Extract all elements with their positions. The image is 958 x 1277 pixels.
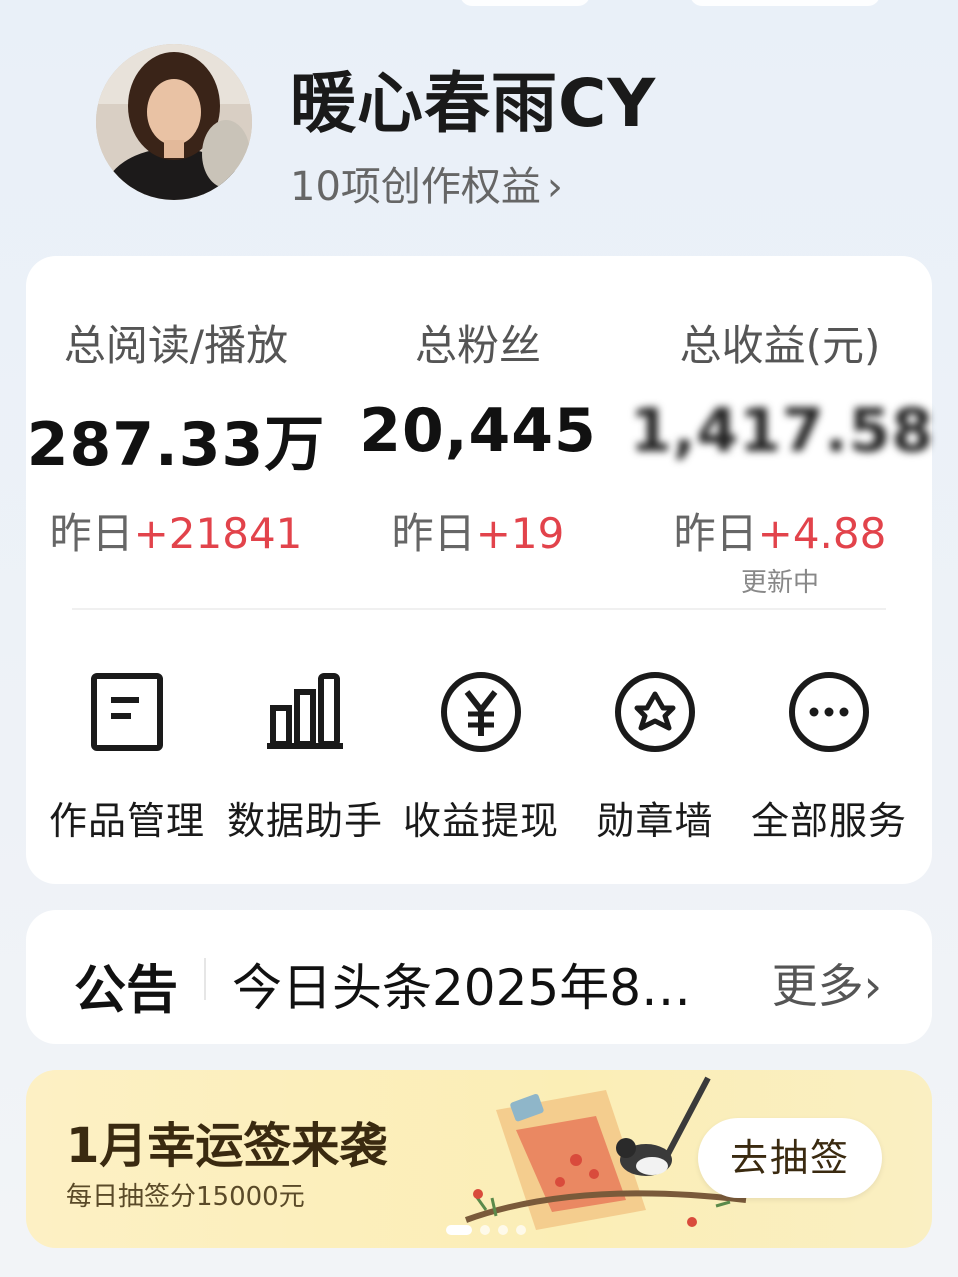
carousel-dot [516,1225,526,1235]
banner-subtitle: 每日抽签分15000元 [66,1182,305,1212]
lucky-draw-banner[interactable]: 1月幸运签来袭 每日抽签分15000元 去抽签 [26,1070,932,1248]
stat-delta: 昨日+19 [328,500,628,561]
service-data-assistant[interactable]: 数据助手 [216,664,394,845]
stat-delta-prefix: 昨日 [673,509,758,558]
updating-note: 更新中 [740,568,819,598]
username: 暖心春雨CY [290,65,657,142]
stat-delta-prefix: 昨日 [391,509,476,558]
service-medal-wall[interactable]: 勋章墙 [566,664,744,845]
notice-card[interactable]: 公告 今日头条2025年8… 更多› [26,910,932,1044]
carousel-dot [480,1225,490,1235]
stat-delta: 昨日+4.88 [630,500,930,561]
stat-label: 总收益(元) [679,321,881,370]
notice-text[interactable]: 今日头条2025年8… [232,948,716,1020]
notice-title: 公告 [74,961,179,1021]
stat-value: 1,417.58 [630,396,935,466]
avatar[interactable] [96,44,252,200]
stat-value: 287.33万 [26,410,326,480]
document-icon [91,673,163,751]
service-label: 作品管理 [48,799,205,843]
top-pill-left [460,0,590,6]
carousel-dots [446,1220,534,1239]
service-works-management[interactable]: 作品管理 [38,664,216,845]
service-all-services[interactable]: 全部服务 [740,664,918,845]
stat-delta-value: +4.88 [757,509,887,558]
divider [72,608,886,610]
stat-label: 总粉丝 [414,321,541,370]
draw-button[interactable]: 去抽签 [698,1118,882,1198]
benefits-label: 10项创作权益 [290,164,541,210]
banner-title: 1月幸运签来袭 [66,1118,388,1174]
service-label: 收益提现 [402,799,559,843]
notice-more-link[interactable]: 更多› [772,950,882,1016]
service-label: 全部服务 [750,799,907,843]
benefits-link[interactable]: 10项创作权益 › [290,154,563,212]
bar-chart-icon [267,673,343,749]
stat-delta: 昨日+21841 [26,500,326,561]
carousel-dot [498,1225,508,1235]
notice-divider [204,958,206,1000]
stat-value: 20,445 [359,396,597,466]
chevron-right-icon: › [546,164,563,210]
service-label: 勋章墙 [596,799,714,843]
carousel-dot [446,1225,472,1235]
service-label: 数据助手 [226,799,383,843]
stat-delta-value: +19 [475,509,565,558]
more-circle-icon [789,672,869,752]
yen-circle-icon [441,672,521,752]
stats-card: 总阅读/播放 287.33万 昨日+21841 总粉丝 20,445 昨日+19… [26,256,935,884]
star-badge-icon [615,672,695,752]
stat-delta-prefix: 昨日 [49,509,134,558]
stat-delta-value: +21841 [133,509,303,558]
stat-label: 总阅读/播放 [63,321,289,370]
service-income-withdraw[interactable]: 收益提现 [392,664,570,845]
avatar-photo-icon [96,44,252,200]
top-pill-right [690,0,880,6]
